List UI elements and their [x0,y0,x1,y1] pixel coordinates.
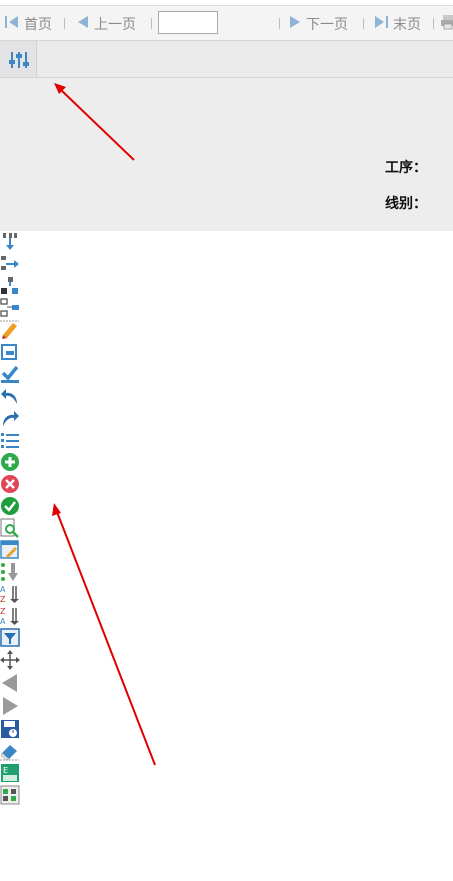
print-button[interactable] [440,6,453,41]
sort-za-icon[interactable]: ZA [0,606,20,626]
prev-page-label: 上一页 [94,16,136,33]
separator [433,18,434,29]
prev-page-icon [76,14,90,34]
first-page-label: 首页 [24,16,52,33]
printer-icon [440,14,453,34]
separator [151,18,152,29]
tree-icon[interactable] [0,276,20,296]
export-icon[interactable] [0,785,20,805]
settings-button[interactable] [0,41,37,77]
sort-az-icon[interactable]: AZ [0,584,20,604]
last-page-icon [373,14,389,34]
add-icon[interactable] [0,452,20,472]
list-down-icon[interactable] [0,562,20,582]
next-page-label: 下一页 [306,16,348,33]
first-page-icon [4,14,20,34]
tree-branch-icon[interactable] [0,298,20,318]
sliders-icon [8,50,30,74]
confirm-icon[interactable] [0,496,20,516]
list-icon[interactable] [0,430,20,450]
edit-box-icon[interactable] [0,342,20,362]
page-number-input[interactable] [158,11,218,34]
arrow-right-icon[interactable] [0,696,20,716]
next-page-button[interactable]: 下一页 [288,6,348,41]
arrow-left-icon[interactable] [0,673,20,693]
filter-icon[interactable] [0,628,20,648]
arrow-head [52,503,61,516]
tool-bar [0,41,453,78]
svg-text:Z: Z [0,595,6,604]
check-mark-icon[interactable] [0,364,20,384]
move-icon[interactable] [0,650,20,670]
edit-doc-icon[interactable] [0,540,20,560]
next-page-icon [288,14,302,34]
excel-icon[interactable]: E [0,763,20,783]
separator [279,18,280,29]
svg-text:E: E [3,766,8,775]
process-label: 工序： [385,160,427,176]
merge-down-icon[interactable] [0,232,20,252]
filter-panel: 工序： 线别： [0,78,453,231]
separator [363,18,364,29]
first-page-button[interactable]: 首页 [4,6,52,41]
search-doc-icon[interactable] [0,518,20,538]
last-page-button[interactable]: 末页 [373,6,421,41]
delete-icon[interactable] [0,474,20,494]
eraser-icon[interactable] [0,741,20,761]
pager-bar: 首页 上一页 下一页 末页 [0,5,453,41]
undo-icon[interactable] [0,386,20,406]
svg-text:A: A [0,617,6,626]
pencil-icon[interactable] [0,320,20,340]
split-right-icon[interactable] [0,254,20,274]
save-icon[interactable] [0,719,20,739]
svg-text:Z: Z [0,607,6,616]
separator [64,18,65,29]
svg-text:A: A [0,585,6,594]
line-label: 线别： [385,196,427,212]
redo-icon[interactable] [0,408,20,428]
last-page-label: 末页 [393,16,421,33]
annotation-arrow [56,511,156,766]
prev-page-button[interactable]: 上一页 [76,6,136,41]
